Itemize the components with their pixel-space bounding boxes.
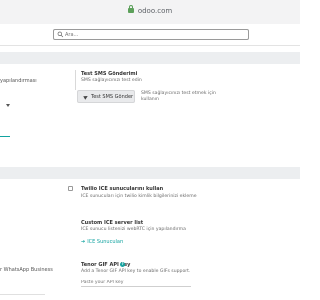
search-row: [0, 24, 300, 46]
sms-test-desc: SMS sağlayıcınızı test edin: [81, 78, 142, 83]
search-input[interactable]: [65, 31, 245, 39]
send-test-sms-label: Test SMS Gönder: [91, 93, 134, 100]
twilio-ice-checkbox[interactable]: [68, 186, 73, 191]
twilio-ice-title: Twilio ICE sunucularını kullan: [81, 186, 164, 192]
sms-config-label: yapılandırması: [0, 78, 37, 84]
url-text: odoo.com: [137, 7, 173, 15]
lock-icon: [127, 5, 134, 13]
tenor-api-key-input[interactable]: [81, 279, 191, 287]
search-box[interactable]: [53, 29, 249, 40]
address-bar[interactable]: odoo.com: [0, 5, 300, 15]
custom-ice-desc: ICE sunucu listenizi webRTC için yapılan…: [81, 227, 186, 232]
send-test-sms-button[interactable]: Test SMS Gönder: [77, 90, 135, 103]
accent-divider: [0, 136, 10, 137]
ice-servers-link[interactable]: ➔ ICE Sunucuları: [81, 239, 123, 245]
search-icon: [57, 31, 64, 38]
send-icon: [83, 93, 89, 100]
help-icon[interactable]: ?: [120, 262, 125, 267]
section-header: [0, 167, 300, 179]
custom-ice-title: Custom ICE server list: [81, 220, 144, 226]
twilio-ice-desc: ICE sunucuları için twilio kimlik bilgil…: [81, 194, 197, 199]
ice-servers-label: ICE Sunucuları: [87, 239, 124, 245]
browser-bar: odoo.com: [0, 0, 300, 24]
sms-test-title: Test SMS Gönderimi: [81, 71, 138, 77]
sms-help-line2: kullanın: [141, 97, 159, 102]
whatsapp-label: r WhatsApp Business: [0, 267, 53, 273]
divider: [0, 294, 45, 295]
section-header: [0, 52, 300, 64]
arrow-right-icon: ➔: [81, 239, 86, 245]
sms-help-text: SMS sağlayıcınızı test etmek için kullan…: [141, 91, 216, 103]
divider: [75, 70, 76, 90]
tenor-desc: Add a Tenor GIF API key to enable GIFs s…: [81, 269, 191, 274]
chevron-down-icon[interactable]: [6, 104, 10, 107]
